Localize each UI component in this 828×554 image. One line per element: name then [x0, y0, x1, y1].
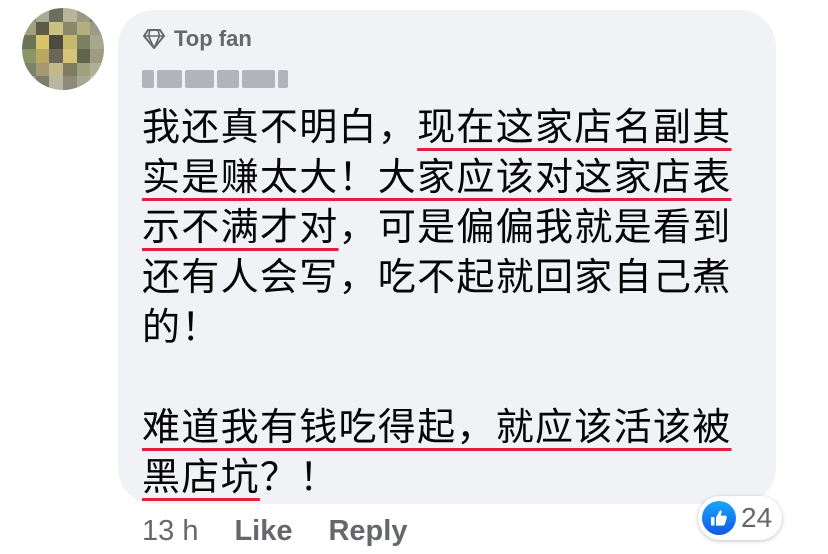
comment-text: 的！	[142, 305, 221, 349]
comment-line: 难道我有钱吃得起，就应该活该被	[142, 402, 772, 452]
underlined-text: 示不满才对	[142, 205, 339, 249]
diamond-icon	[142, 28, 166, 50]
comment-line: 的！	[142, 302, 772, 352]
comment-line: 示不满才对，可是偏偏我就是看到	[142, 202, 772, 252]
comment-text: 还有人会写，吃不起就回家自己煮	[142, 255, 732, 299]
comment-line: 实是赚太大！大家应该对这家店表	[142, 152, 772, 202]
comment-paragraph: 难道我有钱吃得起，就应该活该被 黑店坑？！	[142, 402, 772, 502]
comment-actions: 13 h Like Reply	[142, 512, 407, 550]
comment-text: 我还真不明白，	[142, 105, 418, 149]
like-button[interactable]: Like	[234, 515, 292, 548]
reaction-summary[interactable]: 24	[698, 496, 783, 540]
comment-line: 还有人会写，吃不起就回家自己煮	[142, 252, 772, 302]
avatar[interactable]	[22, 8, 104, 90]
top-fan-badge: Top fan	[142, 24, 252, 54]
reaction-count: 24	[741, 502, 773, 533]
underlined-text: 黑店坑	[142, 455, 260, 499]
thumbs-up-icon	[702, 501, 736, 535]
comment-line: 黑店坑？！	[142, 452, 772, 502]
underlined-text: 实是赚太大！大家应该对这家店表	[142, 155, 732, 199]
comment-text: ，可是偏偏我就是看到	[338, 205, 732, 249]
reply-button[interactable]: Reply	[328, 515, 407, 548]
underlined-text: 难道我有钱吃得起，就应该活该被	[142, 405, 732, 449]
comment-paragraph: 我还真不明白，现在这家店名副其 实是赚太大！大家应该对这家店表 示不满才对，可是…	[142, 102, 772, 352]
comment-line: 我还真不明白，现在这家店名副其	[142, 102, 772, 152]
commenter-name[interactable]	[142, 68, 288, 90]
underlined-text: 现在这家店名副其	[417, 105, 732, 149]
comment-text: ？！	[259, 455, 339, 499]
badge-label: Top fan	[174, 26, 252, 51]
timestamp[interactable]: 13 h	[142, 515, 198, 548]
